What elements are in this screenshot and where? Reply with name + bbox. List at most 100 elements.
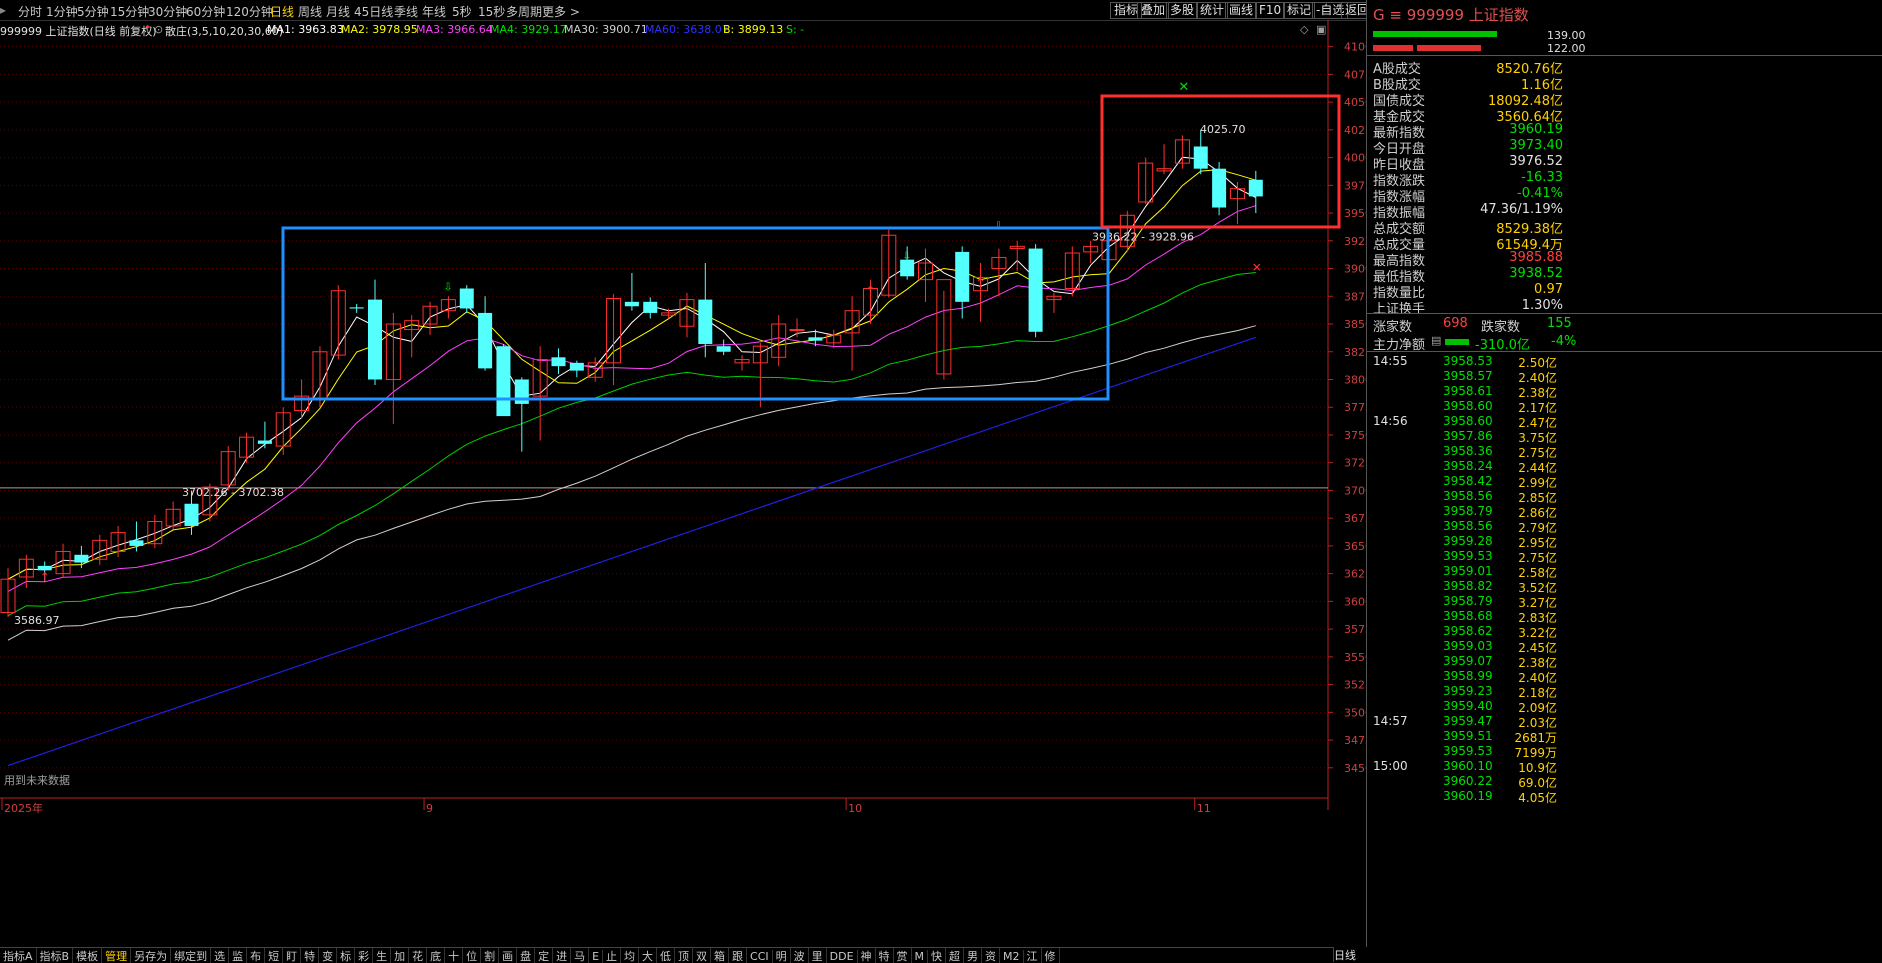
timeframe-0[interactable]: 分时: [18, 3, 42, 20]
high-price-label: 4025.70: [1200, 123, 1246, 136]
timeframe-3[interactable]: 15分钟: [110, 3, 149, 20]
timeframe-12[interactable]: 年线: [422, 3, 446, 20]
tick-row: 14:55 3958.53 2.50亿: [1367, 354, 1567, 370]
bottom-tab-27[interactable]: E: [589, 950, 604, 963]
timeframe-8[interactable]: 周线: [298, 3, 322, 20]
stat-row: 总成交额 8529.38亿: [1373, 218, 1563, 237]
bottom-tab-0[interactable]: 指标A: [0, 948, 37, 963]
bottom-tab-12[interactable]: 变: [319, 948, 338, 963]
bottom-tab-28[interactable]: 止: [603, 948, 622, 963]
timeframe-7[interactable]: 日线: [270, 3, 294, 20]
candle-body: [478, 312, 493, 369]
bottom-tab-3[interactable]: 管理: [102, 948, 132, 963]
timeframe-10[interactable]: 45日线: [354, 3, 393, 20]
sell-signal-icon: ⇩: [443, 281, 452, 294]
bottom-tab-39[interactable]: 里: [809, 948, 827, 963]
y-tick-label: 3450: [1344, 762, 1366, 775]
timeframe-5[interactable]: 60分钟: [186, 3, 225, 20]
toolbar-button-4[interactable]: 画线: [1225, 2, 1258, 19]
red-strength-bar-1: [1373, 45, 1413, 51]
bottom-tab-10[interactable]: 盯: [283, 948, 302, 963]
bottom-tab-51[interactable]: 修: [1042, 948, 1060, 963]
bottom-tab-19[interactable]: 十: [445, 948, 464, 963]
bottom-tab-11[interactable]: 特: [301, 948, 320, 963]
timeframe-6[interactable]: 120分钟: [226, 3, 273, 20]
timeframe-14[interactable]: 15秒: [478, 3, 505, 20]
bottom-tab-29[interactable]: 均: [621, 948, 640, 963]
bottom-tab-35[interactable]: 跟: [729, 948, 748, 963]
bottom-tab-37[interactable]: 明: [773, 948, 791, 963]
bottom-tab-21[interactable]: 割: [481, 948, 500, 963]
bottom-tab-26[interactable]: 马: [571, 948, 590, 963]
bottom-tab-8[interactable]: 布: [247, 948, 266, 963]
bottom-tab-7[interactable]: 监: [229, 948, 248, 963]
timeframe-13[interactable]: 5秒: [452, 3, 472, 20]
bottom-tab-44[interactable]: M: [912, 950, 929, 963]
menu-arrow-icon[interactable]: ▸: [0, 3, 6, 17]
bottom-tab-25[interactable]: 进: [553, 948, 572, 963]
bottom-tab-49[interactable]: M2: [1000, 950, 1024, 963]
bottom-tab-24[interactable]: 定: [535, 948, 554, 963]
toolbar-button-5[interactable]: F10: [1255, 2, 1286, 19]
timeframe-1[interactable]: 1分钟: [46, 3, 78, 20]
tick-price: 3958.61: [1443, 384, 1493, 398]
bottom-tab-5[interactable]: 绑定到: [171, 948, 212, 963]
bottom-tab-42[interactable]: 特: [876, 948, 894, 963]
bottom-tab-9[interactable]: 短: [265, 948, 284, 963]
stat-row: 最高指数 3985.88: [1373, 250, 1563, 269]
period-corner-label[interactable]: 日线: [1333, 947, 1367, 962]
down-label: 跌家数: [1481, 320, 1521, 335]
down-value: 155: [1547, 316, 1572, 331]
timeframe-15[interactable]: 多周期: [506, 3, 542, 20]
stat-row: 指数涨跌 -16.33: [1373, 170, 1563, 189]
timeframe-16[interactable]: 更多 >: [542, 3, 580, 20]
timeframe-4[interactable]: 30分钟: [148, 3, 187, 20]
bottom-tab-18[interactable]: 底: [427, 948, 446, 963]
bottom-tab-17[interactable]: 花: [409, 948, 428, 963]
bottom-tab-48[interactable]: 资: [982, 948, 1001, 963]
bottom-tab-14[interactable]: 彩: [355, 948, 374, 963]
bottom-tab-47[interactable]: 男: [964, 948, 983, 963]
bottom-tab-22[interactable]: 画: [499, 948, 518, 963]
tick-row: 3959.51 2681万: [1367, 729, 1567, 745]
toolbar-button-2[interactable]: 多股: [1166, 2, 1199, 19]
list-icon[interactable]: ▤: [1431, 334, 1441, 347]
kline-chart[interactable]: 3450 3475 3500 3525 3550 3575 3600 3625 3650 3675…: [0, 20, 1366, 947]
bottom-tab-38[interactable]: 波: [791, 948, 809, 963]
reference-price-label: 3702.26 - 3702.38: [182, 486, 284, 499]
bottom-tab-43[interactable]: 赏: [894, 948, 912, 963]
timeframe-11[interactable]: 季线: [394, 3, 418, 20]
bottom-tab-40[interactable]: DDE: [827, 950, 858, 963]
timeframe-2[interactable]: 5分钟: [77, 3, 109, 20]
buy-signal-icon: ↑: [40, 570, 50, 584]
bottom-tab-36[interactable]: CCI: [747, 950, 773, 963]
toolbar-button-1[interactable]: 叠加: [1137, 2, 1170, 19]
bottom-tab-2[interactable]: 模板: [73, 948, 103, 963]
bottom-tab-16[interactable]: 加: [391, 948, 410, 963]
bottom-tab-23[interactable]: 盘: [517, 948, 536, 963]
bottom-tab-6[interactable]: 选: [211, 948, 230, 963]
bottom-tab-15[interactable]: 生: [373, 948, 392, 963]
bottom-tab-20[interactable]: 位: [463, 948, 482, 963]
bottom-tab-45[interactable]: 快: [928, 948, 947, 963]
tick-row: 3958.42 2.99亿: [1367, 474, 1567, 490]
bottom-tab-50[interactable]: 江: [1024, 948, 1042, 963]
toolbar-button-3[interactable]: 统计: [1196, 2, 1229, 19]
bottom-tab-46[interactable]: 超: [946, 948, 965, 963]
bottom-tab-34[interactable]: 箱: [711, 948, 730, 963]
bottom-tab-31[interactable]: 低: [657, 948, 676, 963]
y-tick-label: 3850: [1344, 318, 1366, 331]
y-tick-label: 3825: [1344, 346, 1366, 359]
bottom-tab-30[interactable]: 大: [639, 948, 658, 963]
y-tick-label: 3525: [1344, 679, 1366, 692]
bottom-tab-4[interactable]: 另存为: [131, 948, 172, 963]
tick-row: 3959.40 2.09亿: [1367, 699, 1567, 715]
bottom-tab-32[interactable]: 顶: [675, 948, 694, 963]
toolbar-button-6[interactable]: 标记: [1283, 2, 1316, 19]
tick-row: 15:00 3960.10 10.9亿: [1367, 759, 1567, 775]
bottom-tab-1[interactable]: 指标B: [37, 948, 74, 963]
timeframe-9[interactable]: 月线: [326, 3, 350, 20]
bottom-tab-33[interactable]: 双: [693, 948, 712, 963]
bottom-tab-13[interactable]: 标: [337, 948, 356, 963]
bottom-tab-41[interactable]: 神: [858, 948, 876, 963]
